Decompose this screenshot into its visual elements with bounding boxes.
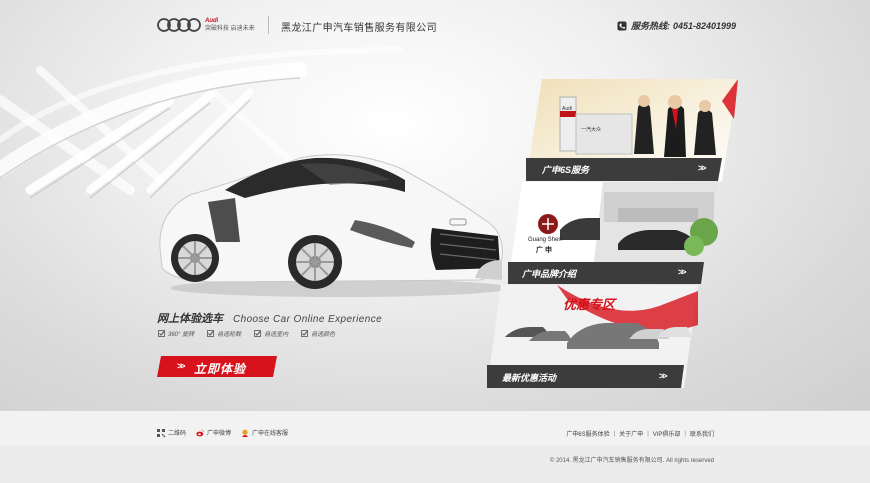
brand-name: Audi bbox=[205, 18, 219, 24]
panel-6s-service[interactable]: Audi 一汽大众 广申6S服务 >> bbox=[526, 79, 738, 181]
tagline-en: Choose Car Online Experience bbox=[233, 314, 383, 325]
hotline-label: 服务热线: bbox=[631, 21, 670, 31]
feature-rotate: 360° 旋转 bbox=[158, 329, 194, 338]
panel-promotions[interactable]: 优惠专区 最新优惠活动 >> bbox=[487, 285, 698, 388]
audi-rings-logo[interactable] bbox=[157, 17, 201, 33]
feature-list: 360° 旋转 自选轮毂 自选室内 自选颜色 bbox=[158, 329, 348, 338]
guangshen-logo-cn: 广 申 bbox=[536, 247, 552, 254]
weibo-link[interactable]: 广申微博 bbox=[196, 428, 231, 437]
checkbox-icon bbox=[301, 330, 309, 337]
brand-text: Audi 突破科技 启迪未来 bbox=[205, 17, 255, 33]
qrcode-link[interactable]: 二维码 bbox=[157, 428, 186, 437]
feature-interior: 自选室内 bbox=[254, 329, 288, 338]
footer-social-links: 二维码 广申微博 广申在线客服 bbox=[157, 428, 298, 437]
double-chevron-icon: >> bbox=[698, 163, 706, 173]
checkbox-icon bbox=[158, 330, 165, 337]
double-chevron-icon: >> bbox=[177, 361, 185, 371]
weibo-icon bbox=[196, 429, 204, 436]
guangshen-logo-text: Guang Shen bbox=[528, 237, 562, 243]
promo-banner-text: 优惠专区 bbox=[563, 297, 616, 312]
showroom-sign: Audi bbox=[562, 106, 573, 112]
online-service-link[interactable]: 广申在线客服 bbox=[241, 428, 288, 437]
service-hotline: 服务热线: 0451-82401999 bbox=[617, 19, 736, 32]
link-separator: | bbox=[613, 430, 616, 437]
footer-nav-links: 广申6S服务体验 | 关于广申 | VIP俱乐部 | 联系我们 bbox=[566, 429, 714, 439]
footer-link-about[interactable]: 关于广申 bbox=[619, 429, 643, 438]
footer-link-bar: 二维码 广申微博 广申在线客服 广申6S服务体验 | 关于广申 | VIP俱乐部… bbox=[0, 410, 870, 447]
link-separator: | bbox=[647, 430, 649, 437]
footer-link-vip[interactable]: VIP俱乐部 bbox=[653, 429, 681, 438]
link-separator: | bbox=[684, 430, 686, 437]
audi-r8-car-image bbox=[159, 154, 510, 297]
qrcode-icon bbox=[157, 428, 165, 437]
footer-link-6s-experience[interactable]: 广申6S服务体验 bbox=[566, 429, 609, 438]
company-name: 黑龙江广申汽车销售服务有限公司 bbox=[281, 23, 437, 34]
checkbox-icon bbox=[254, 330, 261, 337]
hotline-number: 0451-82401999 bbox=[673, 20, 737, 31]
double-chevron-icon: >> bbox=[659, 371, 667, 381]
header-divider bbox=[268, 16, 269, 34]
footer-link-contact[interactable]: 联系我们 bbox=[690, 429, 714, 438]
panel-brand-intro[interactable]: Guang Shen 广 申 广申品牌介绍 >> bbox=[508, 182, 718, 284]
brand-slogan: 突破科技 启迪未来 bbox=[205, 26, 255, 32]
panel-promotions-caption: 最新优惠活动 bbox=[502, 373, 557, 383]
hero-banner: Audi 突破科技 启迪未来 黑龙江广申汽车销售服务有限公司 服务热线: 045… bbox=[0, 0, 870, 410]
feature-wheels: 自选轮毂 bbox=[207, 329, 241, 338]
site-header: Audi 突破科技 启迪未来 黑龙江广申汽车销售服务有限公司 服务热线: 045… bbox=[0, 0, 870, 50]
panel-brand-caption: 广申品牌介绍 bbox=[522, 269, 577, 279]
experience-now-button[interactable]: >> 立即体验 bbox=[157, 356, 277, 377]
showroom-sign-2: 一汽大众 bbox=[581, 127, 602, 133]
panel-6s-caption: 广申6S服务 bbox=[542, 165, 590, 175]
checkbox-icon bbox=[207, 330, 214, 337]
hero-tagline: 网上体验选车 Choose Car Online Experience bbox=[157, 310, 382, 326]
feature-color: 自选颜色 bbox=[301, 329, 335, 338]
tagline-cn: 网上体验选车 bbox=[157, 313, 223, 325]
footer-bottom: © 2014. 黑龙江广申汽车销售服务有限公司. All rights rese… bbox=[0, 446, 870, 483]
customer-service-icon bbox=[242, 429, 249, 437]
copyright-text: © 2014. 黑龙江广申汽车销售服务有限公司. All rights rese… bbox=[549, 458, 714, 464]
cta-label: 立即体验 bbox=[194, 362, 247, 376]
double-chevron-icon: >> bbox=[678, 267, 686, 277]
phone-icon bbox=[617, 21, 627, 30]
